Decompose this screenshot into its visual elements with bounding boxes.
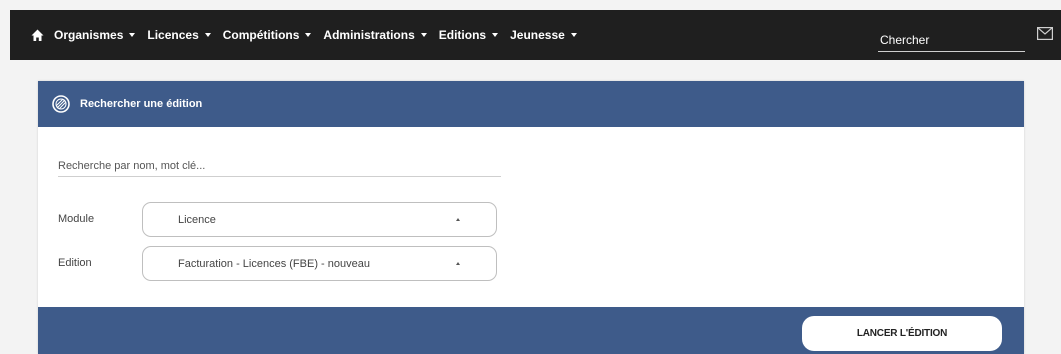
compass-icon <box>52 95 70 113</box>
menu-label: Jeunesse <box>510 28 565 42</box>
launch-edition-button[interactable]: LANCER L'ÉDITION <box>802 316 1002 351</box>
search-input[interactable] <box>878 19 1025 51</box>
module-selected-value: Licence <box>178 214 216 226</box>
panel-header: Rechercher une édition <box>38 81 1024 127</box>
menu-licences[interactable]: Licences <box>147 28 211 42</box>
chevron-down-icon <box>305 33 312 37</box>
edition-label: Edition <box>58 257 92 269</box>
chevron-down-icon <box>570 33 577 37</box>
menu-administrations[interactable]: Administrations <box>323 28 427 42</box>
chevron-down-icon <box>492 33 499 37</box>
search-edition-panel: Rechercher une édition Module Licence Ed… <box>38 81 1024 354</box>
panel-footer: LANCER L'ÉDITION <box>38 307 1024 354</box>
menu-competitions[interactable]: Compétitions <box>223 28 312 42</box>
chevron-down-icon <box>204 33 211 37</box>
mail-icon[interactable] <box>1037 27 1054 41</box>
menu-label: Compétitions <box>222 28 300 42</box>
menu-label: Administrations <box>323 28 415 42</box>
menu-label: Licences <box>147 28 199 42</box>
module-select[interactable]: Licence <box>142 202 497 237</box>
edition-selected-value: Facturation - Licences (FBE) - nouveau <box>178 258 370 270</box>
chevron-down-icon <box>129 33 136 37</box>
module-label: Module <box>58 213 95 225</box>
chevron-up-icon <box>456 262 460 265</box>
global-search <box>878 19 1025 52</box>
home-icon[interactable] <box>30 28 44 42</box>
chevron-down-icon <box>420 33 427 37</box>
chevron-up-icon <box>456 218 460 221</box>
menu-label: Organismes <box>54 28 124 42</box>
menu-label: Editions <box>438 28 487 42</box>
panel-body: Module Licence Edition Facturation - Lic… <box>38 127 1024 307</box>
main-menu: Organismes Licences Compétitions Adminis… <box>54 28 589 42</box>
panel-title: Rechercher une édition <box>80 98 203 110</box>
keyword-search-input[interactable] <box>58 159 501 172</box>
menu-organismes[interactable]: Organismes <box>54 28 136 42</box>
keyword-search-field <box>58 156 501 177</box>
edition-select[interactable]: Facturation - Licences (FBE) - nouveau <box>142 246 497 281</box>
menu-editions[interactable]: Editions <box>438 28 499 42</box>
top-navbar: Organismes Licences Compétitions Adminis… <box>10 10 1061 60</box>
menu-jeunesse[interactable]: Jeunesse <box>510 28 577 42</box>
